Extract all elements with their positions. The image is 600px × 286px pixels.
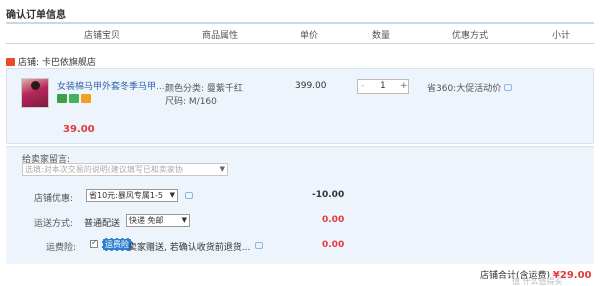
item-subtotal: 39.00 [63,124,95,135]
promo-text: 省360:大促活动价 [427,84,502,94]
shipping-select[interactable]: 快递 免邮 ▼ [126,214,190,227]
page-title: 确认订单信息 [6,10,66,21]
product-thumbnail[interactable] [21,78,49,108]
shipping-label: 运送方式: [34,219,74,229]
seven-day-return-icon [57,94,67,103]
quantity-stepper: - 1 + [357,79,409,94]
unit-price: 399.00 [295,81,327,91]
shipping-method: 普通配送 [84,219,121,229]
chat-icon[interactable] [504,84,513,91]
shop-discount-value: 省10元:暴风专属1-5 [89,191,163,200]
insurance-text: 卖家赠送, 若确认收货前退货... [128,243,251,253]
shop-icon [6,58,15,66]
col-subtotal: 小计 [552,31,571,41]
shop-discount-label: 店铺优惠: [34,194,74,204]
size-attribute: 尺码: M/160 [165,97,217,107]
quantity-decrease-button[interactable]: - [361,81,364,91]
shop-discount-amount: -10.00 [312,190,345,200]
shop-name[interactable]: 店铺: 卡巴依旗舰店 [18,58,96,68]
seller-message-input[interactable]: 选填:对本次交易的说明(建议填写已和卖家协 [22,163,228,176]
insurance-amount: 0.00 [322,240,345,250]
insurance-label: 运费险: [46,243,77,253]
order-item-row: 女装棉马甲外套冬季马甲... 颜色分类: 曼紫千红 尺码: M/160 399.… [6,68,594,144]
insurance-checkbox[interactable] [90,238,98,248]
chevron-down-icon: ▼ [169,191,175,199]
shipping-amount: 0.00 [322,215,345,225]
watermark: 值 什么值得买 [512,277,563,286]
order-options-panel: 给卖家留言: 选填:对本次交易的说明(建议填写已和卖家协 店铺优惠: 省10元:… [6,146,594,264]
product-badges [57,94,93,106]
col-attributes: 商品属性 [202,31,239,41]
guarantee-icon [69,94,79,103]
col-quantity: 数量 [372,31,391,41]
discount-info-icon[interactable] [185,192,193,199]
quantity-value[interactable]: 1 [380,81,386,91]
col-shop-item: 店铺宝贝 [84,31,121,41]
card-payment-icon [81,94,91,103]
col-discount: 优惠方式 [452,31,489,41]
col-unit-price: 单价 [300,31,319,41]
shop-line: 店铺: 卡巴依旗舰店 [6,55,96,68]
promo-label: 省360:大促活动价 [427,81,513,94]
shop-discount-select[interactable]: 省10元:暴风专属1-5 ▼ [86,189,178,202]
quantity-increase-button[interactable]: + [400,81,408,91]
product-name-link[interactable]: 女装棉马甲外套冬季马甲... [57,79,165,92]
chevron-down-icon: ▼ [181,216,187,224]
shipping-value: 快递 免邮 [129,216,164,225]
insurance-info-icon[interactable] [255,242,263,249]
order-table-header: 店铺宝贝 商品属性 单价 数量 优惠方式 小计 [6,22,594,44]
color-attribute: 颜色分类: 曼紫千红 [165,84,243,94]
